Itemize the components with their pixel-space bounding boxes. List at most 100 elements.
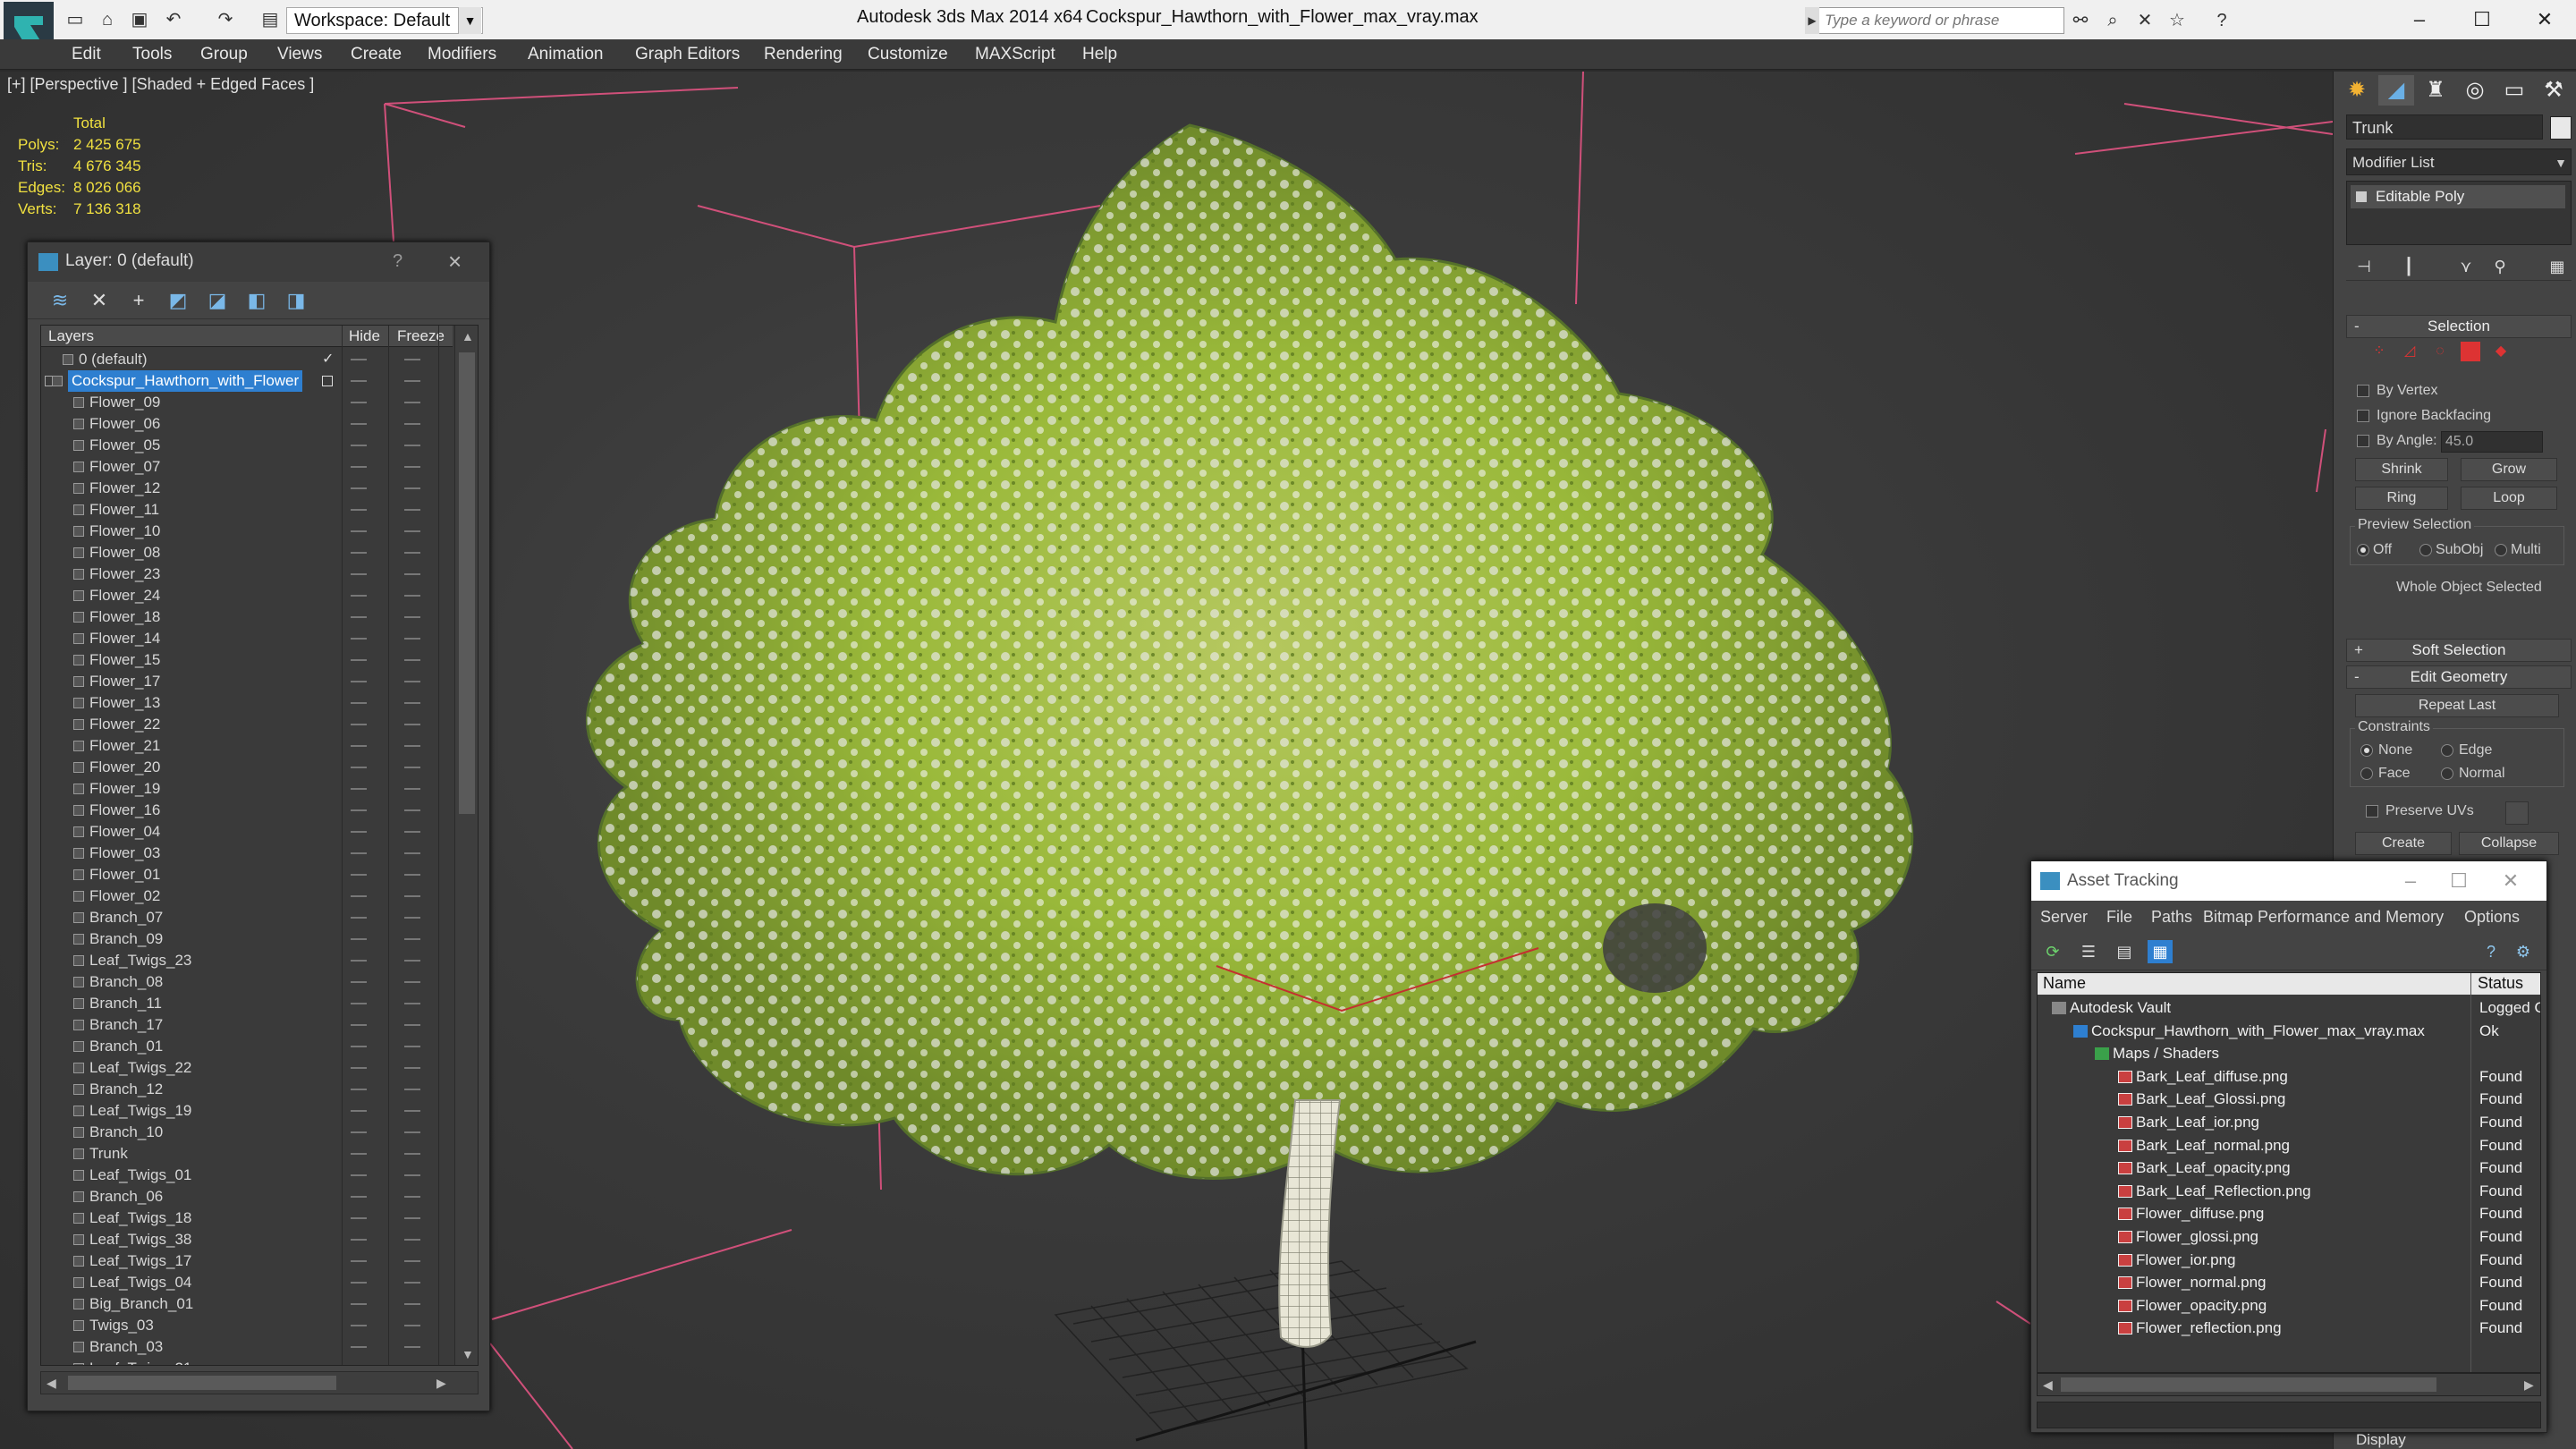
vertex-mode-icon[interactable]: ⁘ — [2369, 342, 2389, 361]
display-tab-icon[interactable]: ▭ — [2496, 75, 2532, 106]
preserve-uvs-settings-button[interactable] — [2505, 801, 2529, 825]
layer-row[interactable]: Trunk — [41, 1143, 453, 1165]
layer-row[interactable]: Flower_17 — [41, 671, 453, 692]
select-objects-icon[interactable]: ◩ — [165, 289, 191, 312]
undo-icon[interactable]: ↶ — [163, 9, 184, 30]
maximize-button[interactable]: ☐ — [2441, 865, 2477, 897]
modifier-toggle-icon[interactable] — [2356, 191, 2367, 202]
asset-row[interactable]: Flower_ior.png Found — [2038, 1249, 2540, 1272]
layer-row[interactable]: Flower_01 — [41, 864, 453, 886]
freeze-toggle[interactable] — [404, 466, 420, 468]
layer-row[interactable]: Branch_08 — [41, 971, 453, 993]
freeze-toggle[interactable] — [404, 1303, 420, 1305]
hide-toggle[interactable] — [351, 659, 367, 661]
col-status[interactable]: Status — [2478, 974, 2523, 993]
freeze-toggle[interactable] — [404, 960, 420, 962]
layer-row[interactable]: Branch_12 — [41, 1079, 453, 1100]
subscription-icon[interactable]: ✕ — [2132, 9, 2157, 32]
hide-toggle[interactable] — [351, 1131, 367, 1133]
asset-row[interactable]: Cockspur_Hawthorn_with_Flower_max_vray.m… — [2038, 1020, 2540, 1043]
hide-toggle[interactable] — [351, 1346, 367, 1348]
hide-toggle[interactable] — [351, 852, 367, 854]
asset-row[interactable]: Flower_opacity.png Found — [2038, 1294, 2540, 1318]
menu-help[interactable]: Help — [1082, 45, 1117, 64]
hide-toggle[interactable] — [351, 1089, 367, 1090]
layer-row[interactable]: Flower_02 — [41, 886, 453, 907]
constraint-normal-radio[interactable] — [2441, 767, 2453, 780]
hide-toggle[interactable] — [351, 767, 367, 768]
layer-row[interactable]: Flower_19 — [41, 778, 453, 800]
asset-row[interactable]: Autodesk Vault Logged O — [2038, 996, 2540, 1020]
by-angle-checkbox[interactable] — [2357, 435, 2369, 447]
freeze-toggle[interactable] — [404, 681, 420, 682]
menu-bitmap-performance[interactable]: Bitmap Performance and Memory — [2203, 908, 2444, 927]
freeze-toggle[interactable] — [404, 380, 420, 382]
help-icon[interactable]: ? — [393, 251, 402, 272]
angle-spinner[interactable]: 45.0 — [2441, 431, 2543, 453]
asset-row[interactable]: Flower_normal.png Found — [2038, 1271, 2540, 1294]
modify-tab-icon[interactable]: ◢ — [2378, 75, 2414, 106]
edge-mode-icon[interactable]: ◿ — [2400, 342, 2419, 361]
menu-server[interactable]: Server — [2040, 908, 2088, 927]
save-file-icon[interactable]: ▣ — [129, 9, 150, 30]
hide-toggle[interactable] — [351, 1239, 367, 1241]
layer-row[interactable]: Flower_07 — [41, 456, 453, 478]
freeze-toggle[interactable] — [404, 981, 420, 983]
layer-row[interactable]: Flower_24 — [41, 585, 453, 606]
freeze-toggle[interactable] — [404, 1089, 420, 1090]
menu-group[interactable]: Group — [200, 45, 248, 64]
hide-toggle[interactable] — [351, 681, 367, 682]
freeze-toggle[interactable] — [404, 1067, 420, 1069]
constraint-edge-radio[interactable] — [2441, 744, 2453, 757]
freeze-toggle[interactable] — [404, 938, 420, 940]
object-name-field[interactable]: Trunk — [2346, 114, 2543, 140]
menu-views[interactable]: Views — [277, 45, 322, 64]
layer-row[interactable]: Leaf_Twigs_38 — [41, 1229, 453, 1250]
menu-maxscript[interactable]: MAXScript — [975, 45, 1055, 64]
layer-row[interactable]: Flower_23 — [41, 564, 453, 585]
preserve-uvs-checkbox[interactable] — [2366, 805, 2378, 818]
freeze-toggle[interactable] — [404, 509, 420, 511]
hide-toggle[interactable] — [351, 981, 367, 983]
motion-tab-icon[interactable]: ◎ — [2457, 75, 2493, 106]
freeze-toggle[interactable] — [404, 702, 420, 704]
layer-row[interactable]: Leaf_Twigs_01 — [41, 1165, 453, 1186]
hide-toggle[interactable] — [351, 1153, 367, 1155]
hide-toggle[interactable] — [351, 809, 367, 811]
asset-row[interactable]: Maps / Shaders — [2038, 1042, 2540, 1065]
freeze-toggle[interactable] — [404, 1239, 420, 1241]
hide-toggle[interactable] — [351, 509, 367, 511]
layer-row[interactable]: Branch_07 — [41, 907, 453, 928]
layer-row-default[interactable]: 0 (default) ✓ — [41, 349, 453, 370]
set-current-layer-icon[interactable] — [322, 376, 333, 386]
freeze-toggle[interactable] — [404, 917, 420, 919]
hide-toggle[interactable] — [351, 1067, 367, 1069]
delete-layer-icon[interactable]: ✕ — [87, 289, 112, 312]
workspace-select[interactable]: Workspace: Default — [286, 7, 483, 34]
hide-toggle[interactable] — [351, 1260, 367, 1262]
soft-selection-rollout-header[interactable]: + Soft Selection — [2346, 639, 2572, 662]
freeze-toggle[interactable] — [404, 573, 420, 575]
hide-toggle[interactable] — [351, 466, 367, 468]
layer-row[interactable]: Flower_16 — [41, 800, 453, 821]
highlight-layer-icon[interactable]: ◪ — [205, 289, 230, 312]
menu-tools[interactable]: Tools — [132, 45, 172, 64]
refresh-icon[interactable]: ⟳ — [2040, 940, 2065, 963]
layer-row[interactable]: Flower_14 — [41, 628, 453, 649]
menu-animation[interactable]: Animation — [528, 45, 604, 64]
layer-scroll-thumb[interactable] — [459, 352, 475, 814]
hide-all-icon[interactable]: ◧ — [244, 289, 269, 312]
freeze-toggle[interactable] — [404, 1024, 420, 1026]
menu-file[interactable]: File — [2106, 908, 2132, 927]
preview-off-radio[interactable] — [2357, 544, 2369, 556]
layer-row[interactable]: Branch_11 — [41, 993, 453, 1014]
shrink-button[interactable]: Shrink — [2355, 458, 2448, 481]
asset-hscroll-thumb[interactable] — [2061, 1377, 2436, 1392]
minimize-button[interactable]: – — [2388, 0, 2451, 39]
favorites-star-icon[interactable]: ☆ — [2165, 9, 2190, 32]
layer-row[interactable]: Flower_09 — [41, 392, 453, 413]
layer-vertical-scrollbar[interactable]: ▲ ▼ — [454, 326, 478, 1365]
layer-panel-titlebar[interactable]: Layer: 0 (default) ? × — [28, 242, 489, 282]
current-layer-check-icon[interactable]: ✓ — [322, 349, 334, 370]
table-view-icon[interactable]: ▦ — [2148, 940, 2173, 963]
